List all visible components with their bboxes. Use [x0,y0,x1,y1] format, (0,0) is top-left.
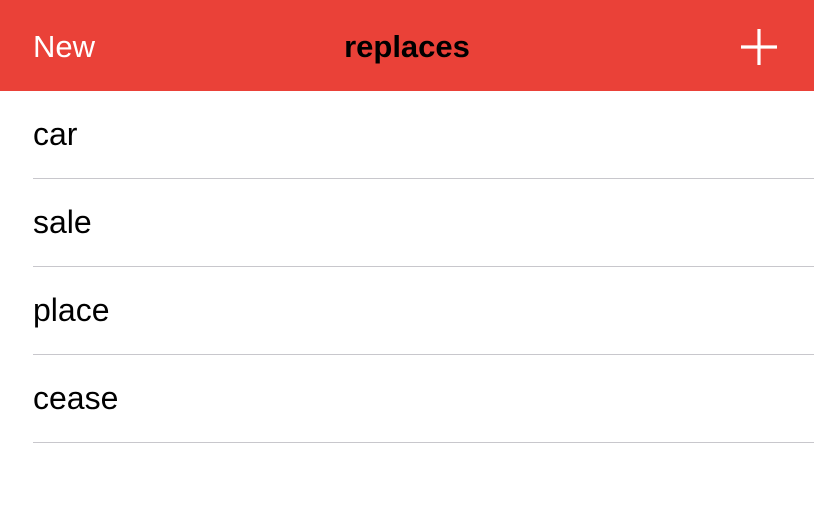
list-item[interactable]: place [0,267,814,355]
list-item[interactable]: cease [0,355,814,443]
list-item-label: place [33,292,110,328]
list-item-label: car [33,116,78,152]
add-button[interactable] [735,23,783,71]
list-item[interactable]: car [0,91,814,179]
row-separator [33,442,814,443]
plus-icon [741,29,777,65]
list-item[interactable]: sale [0,179,814,267]
app-screen: New replaces car sale place cease [0,0,814,522]
list-item-label: cease [33,380,119,416]
list-item-label: sale [33,204,92,240]
word-list: car sale place cease [0,91,814,443]
navigation-bar: New replaces [0,0,814,91]
page-title: replaces [344,29,470,64]
